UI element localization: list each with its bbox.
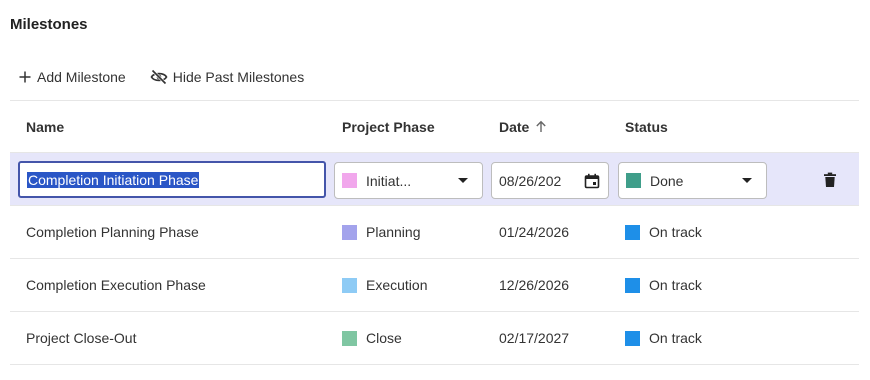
status-value: On track <box>649 330 702 346</box>
plus-icon <box>19 71 31 83</box>
status-color-swatch <box>625 330 640 346</box>
milestones-table: Name Project Phase Date Status Completio… <box>10 100 859 365</box>
column-header-phase[interactable]: Project Phase <box>342 101 482 152</box>
column-header-phase-label: Project Phase <box>342 118 435 135</box>
table-row[interactable]: Project Close-Out Close 02/17/2027 On tr… <box>10 312 859 365</box>
status-cell: On track <box>625 312 775 364</box>
project-phase-cell: Close <box>342 312 482 364</box>
calendar-icon[interactable] <box>584 173 600 189</box>
project-phase-cell: Execution <box>342 259 482 311</box>
table-row[interactable]: Completion Initiation Phase Initiat... 0… <box>10 153 859 206</box>
project-phase-value: Planning <box>366 224 421 240</box>
hide-past-milestones-button[interactable]: Hide Past Milestones <box>150 69 305 85</box>
add-milestone-button[interactable]: Add Milestone <box>18 69 126 85</box>
delete-icon[interactable] <box>823 172 837 188</box>
table-header: Name Project Phase Date Status <box>10 101 859 153</box>
project-phase-cell: Planning <box>342 206 482 258</box>
date-value: 02/17/2027 <box>499 330 570 346</box>
phase-color-swatch <box>342 173 357 188</box>
milestone-name: Completion Planning Phase <box>26 224 199 240</box>
sort-ascending-icon[interactable] <box>535 120 547 133</box>
table-row[interactable]: Completion Execution Phase Execution 12/… <box>10 259 859 312</box>
phase-color-swatch <box>342 224 357 240</box>
project-phase-select[interactable]: Initiat... <box>334 162 483 199</box>
project-phase-value: Close <box>366 330 402 346</box>
date-value: 08/26/202 <box>499 172 562 189</box>
status-color-swatch <box>625 224 640 240</box>
date-value: 01/24/2026 <box>499 224 570 240</box>
project-phase-value: Initiat... <box>366 172 412 189</box>
toolbar: Add Milestone Hide Past Milestones <box>18 66 304 88</box>
hide-past-milestones-label: Hide Past Milestones <box>172 69 305 85</box>
page-title: Milestones <box>10 16 88 33</box>
status-value: Done <box>650 172 684 189</box>
column-header-date[interactable]: Date <box>499 101 614 152</box>
eye-off-icon <box>150 69 168 85</box>
column-header-status[interactable]: Status <box>625 101 775 152</box>
chevron-down-icon <box>458 178 468 183</box>
column-header-name[interactable]: Name <box>26 101 326 152</box>
column-header-date-label: Date <box>499 118 530 135</box>
status-cell: On track <box>625 206 775 258</box>
add-milestone-label: Add Milestone <box>37 69 126 85</box>
milestone-name-input[interactable]: Completion Initiation Phase <box>18 161 326 198</box>
chevron-down-icon <box>742 178 752 183</box>
status-color-swatch <box>626 173 641 188</box>
column-header-name-label: Name <box>26 118 65 135</box>
status-select[interactable]: Done <box>618 162 767 199</box>
status-value: On track <box>649 277 702 293</box>
status-color-swatch <box>625 277 640 293</box>
date-input[interactable]: 08/26/202 <box>491 162 609 199</box>
project-phase-value: Execution <box>366 277 428 293</box>
status-cell: On track <box>625 259 775 311</box>
milestone-name-selected-text: Completion Initiation Phase <box>27 171 200 188</box>
milestone-name: Project Close-Out <box>26 330 137 346</box>
status-value: On track <box>649 224 702 240</box>
column-header-status-label: Status <box>625 118 668 135</box>
milestone-name: Completion Execution Phase <box>26 277 206 293</box>
table-row[interactable]: Completion Planning Phase Planning 01/24… <box>10 206 859 259</box>
date-value: 12/26/2026 <box>499 277 570 293</box>
phase-color-swatch <box>342 277 357 293</box>
phase-color-swatch <box>342 330 357 346</box>
